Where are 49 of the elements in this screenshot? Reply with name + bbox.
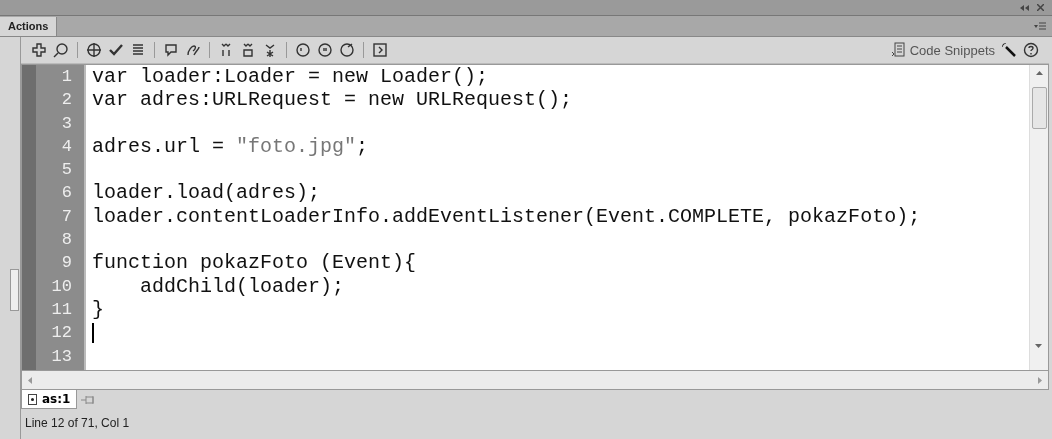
code-snippets-button[interactable]: Code Snippets xyxy=(889,42,995,58)
speech-bubble-icon[interactable] xyxy=(163,42,179,58)
close-icon[interactable] xyxy=(1037,4,1044,11)
checkmark-icon[interactable] xyxy=(108,42,124,58)
code-line: adres.url = "foto.jpg"; xyxy=(92,134,369,159)
find-icon[interactable] xyxy=(53,42,69,58)
uncomment-icon[interactable] xyxy=(339,42,355,58)
line-number: 2 xyxy=(60,89,73,112)
scroll-thumb[interactable] xyxy=(1032,87,1047,129)
line-number: 4 xyxy=(60,135,73,158)
vertical-scrollbar[interactable] xyxy=(1029,65,1048,370)
line-number: 6 xyxy=(60,182,73,205)
document-icon xyxy=(28,393,37,405)
collapse-bracket-icon[interactable] xyxy=(240,42,256,58)
line-number: 7 xyxy=(60,205,73,228)
line-number: 8 xyxy=(60,229,73,252)
code-line: addChild(loader); xyxy=(139,274,345,298)
code-line: function pokazFoto (Event){ xyxy=(92,251,417,275)
magic-wand-icon[interactable] xyxy=(1001,42,1017,58)
snippet-icon xyxy=(889,42,906,58)
line-number: 10 xyxy=(50,275,73,298)
line-number: 3 xyxy=(60,112,73,135)
comment-block-icon[interactable] xyxy=(295,42,311,58)
add-icon[interactable] xyxy=(31,42,47,58)
line-number: 9 xyxy=(60,252,73,275)
code-line: loader.load(adres); xyxy=(92,181,321,205)
code-line: var loader:Loader = new Loader(); xyxy=(92,65,489,89)
target-icon[interactable] xyxy=(86,42,102,58)
help-icon[interactable] xyxy=(1023,42,1039,58)
scroll-up-arrow-icon[interactable] xyxy=(1035,71,1043,75)
line-number: 11 xyxy=(50,298,73,321)
panel-collapse-handle[interactable] xyxy=(10,269,19,311)
pen-icon[interactable] xyxy=(185,42,201,58)
code-line: loader.contentLoaderInfo.addEventListener(Event.COMPLETE, pokazFoto); xyxy=(92,204,921,229)
collapse-icon[interactable] xyxy=(1020,4,1029,11)
code-line: } xyxy=(92,297,104,322)
line-number: 1 xyxy=(60,66,73,88)
line-number: 5 xyxy=(60,159,73,182)
scroll-down-arrow-icon[interactable] xyxy=(1035,344,1042,348)
line-number: 12 xyxy=(50,322,73,345)
text-lines-icon[interactable] xyxy=(130,42,146,58)
code-editor[interactable] xyxy=(21,64,1049,371)
code-line: var adres:URLRequest = new URLRequest(); xyxy=(92,88,573,112)
line-number: 13 xyxy=(50,345,73,368)
panel-menu-icon[interactable] xyxy=(1034,22,1046,31)
status-text: Line 12 of 71, Col 1 xyxy=(24,415,131,430)
panel-tab[interactable]: Actions xyxy=(0,17,58,36)
panel-toggle-icon[interactable] xyxy=(372,42,388,58)
script-tab[interactable]: as:1 xyxy=(21,390,78,409)
